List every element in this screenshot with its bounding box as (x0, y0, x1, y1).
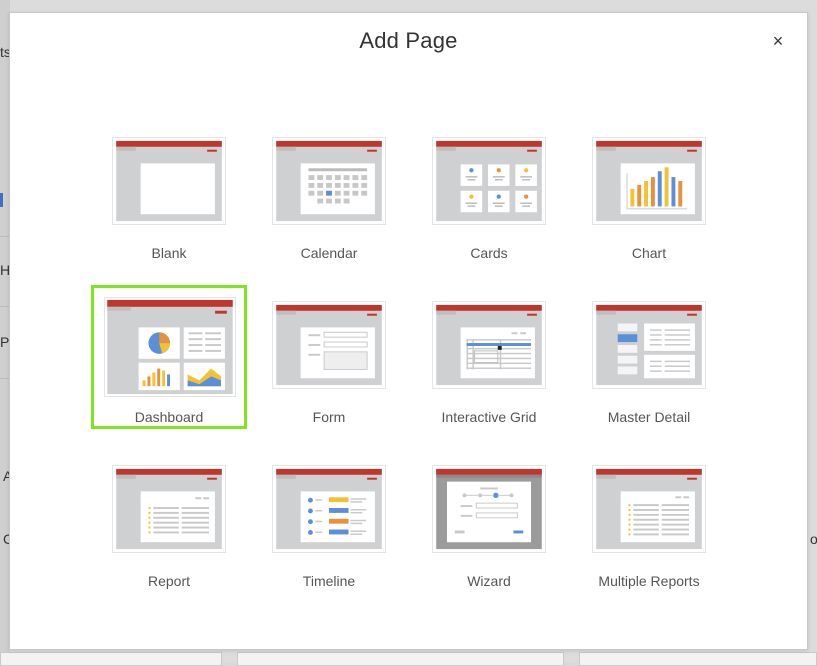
blank-page-icon (112, 137, 226, 225)
page-type-report[interactable]: Report (91, 465, 247, 609)
page-type-label: Wizard (467, 573, 511, 589)
page-type-interactive-grid[interactable]: Interactive Grid (411, 301, 567, 445)
close-icon: × (772, 31, 784, 51)
page-type-cards[interactable]: Cards (411, 137, 567, 281)
background-field (0, 652, 222, 666)
page-type-label: Dashboard (134, 409, 204, 425)
page-type-calendar[interactable]: Calendar (251, 137, 407, 281)
page-type-label: Calendar (300, 245, 358, 261)
page-type-wizard[interactable]: Wizard (411, 465, 567, 609)
background-blue-marker (0, 193, 3, 207)
interactive-grid-page-icon (432, 301, 546, 389)
page-type-label: Report (147, 573, 191, 589)
report-page-icon (112, 465, 226, 553)
dialog-title: Add Page (359, 28, 458, 53)
timeline-page-icon (272, 465, 386, 553)
multiple-reports-page-icon (592, 465, 706, 553)
cards-page-icon (432, 137, 546, 225)
page-type-blank[interactable]: Blank (91, 137, 247, 281)
background-field (579, 652, 817, 666)
add-page-dialog: Add Page × Blank Calendar Cards Chart Da… (9, 12, 808, 650)
page-type-label: Master Detail (607, 409, 691, 425)
background-text: P (0, 334, 10, 350)
page-type-form[interactable]: Form (251, 301, 407, 445)
page-type-label: Blank (151, 245, 187, 261)
chart-page-icon (592, 137, 706, 225)
background-text: o (810, 531, 817, 547)
form-page-icon (272, 301, 386, 389)
wizard-page-icon (432, 465, 546, 553)
page-type-label: Cards (470, 245, 508, 261)
page-type-timeline[interactable]: Timeline (251, 465, 407, 609)
calendar-page-icon (272, 137, 386, 225)
page-type-master-detail[interactable]: Master Detail (571, 301, 727, 445)
page-type-label: Chart (631, 245, 667, 261)
close-button[interactable]: × (767, 30, 789, 52)
master-detail-page-icon (592, 301, 706, 389)
background-field (237, 652, 564, 666)
page-type-label: Timeline (302, 573, 356, 589)
page-type-label: Interactive Grid (441, 409, 537, 425)
page-type-multiple-reports[interactable]: Multiple Reports (571, 465, 727, 609)
dashboard-page-icon (104, 297, 236, 397)
page-type-chart[interactable]: Chart (571, 137, 727, 281)
page-type-label: Form (312, 409, 346, 425)
page-type-dashboard[interactable]: Dashboard (91, 285, 247, 429)
page-type-label: Multiple Reports (598, 573, 700, 589)
